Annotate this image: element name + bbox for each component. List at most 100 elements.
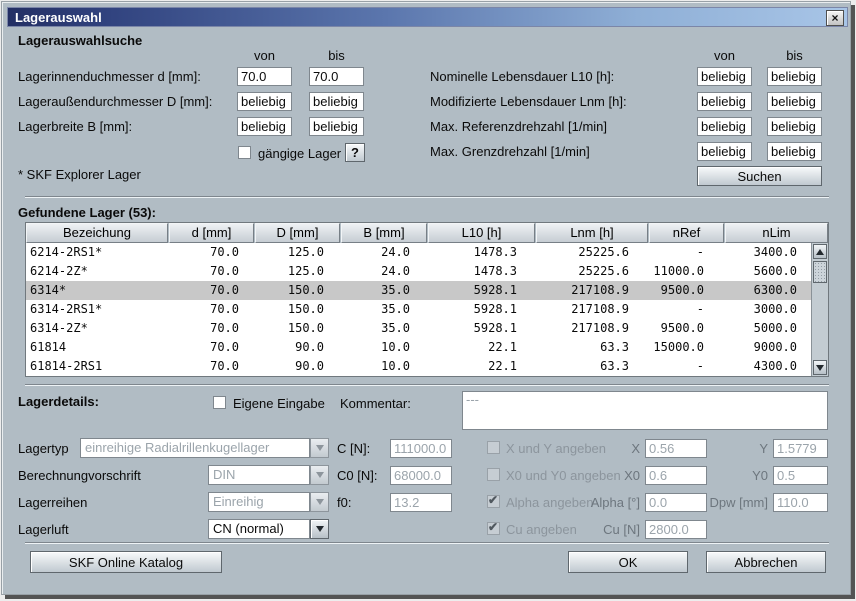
- column-header-d[interactable]: d [mm]: [169, 223, 254, 243]
- cu-checkbox: ✔: [487, 520, 500, 535]
- column-header-B[interactable]: B [mm]: [341, 223, 427, 243]
- cell-nLim: 6300.0: [753, 283, 797, 297]
- column-header-L10[interactable]: L10 [h]: [428, 223, 535, 243]
- comment-box[interactable]: ---: [462, 391, 828, 430]
- clearance-combo[interactable]: CN (normal): [208, 519, 329, 539]
- column-header-nLim[interactable]: nLim: [725, 223, 828, 243]
- calc-rule-value: DIN: [208, 465, 310, 485]
- common-bearings-checkbox[interactable]: [238, 146, 251, 159]
- lnm-von-input[interactable]: [697, 92, 752, 111]
- table-row[interactable]: 6214-2RS1* 70.0 125.0 24.0 1478.3 25225.…: [26, 243, 811, 262]
- combo-arrow-button[interactable]: [310, 438, 329, 458]
- bearing-rows-label: Lagerreihen: [18, 495, 88, 510]
- details-heading: Lagerdetails:: [18, 394, 99, 409]
- ref-speed-bis-input[interactable]: [767, 117, 822, 136]
- cell-D: 150.0: [287, 283, 324, 297]
- chevron-down-icon: [315, 526, 324, 532]
- column-header-Lnm[interactable]: Lnm [h]: [536, 223, 648, 243]
- combo-arrow-button[interactable]: [310, 465, 329, 485]
- calc-rule-combo[interactable]: DIN: [208, 465, 329, 485]
- chevron-down-icon: [315, 445, 324, 451]
- width-bis-input[interactable]: [309, 117, 364, 136]
- combo-arrow-button[interactable]: [310, 519, 329, 539]
- bearing-type-combo[interactable]: einreihige Radialrillenkugellager: [80, 438, 329, 458]
- results-heading: Gefundene Lager (53):: [18, 205, 156, 220]
- column-header-nRef[interactable]: nRef: [649, 223, 724, 243]
- cell-D: 150.0: [287, 321, 324, 335]
- skf-catalog-button[interactable]: SKF Online Katalog: [30, 551, 222, 573]
- scroll-up-button[interactable]: [813, 244, 827, 259]
- bis-column-label: bis: [328, 48, 345, 63]
- title-bar[interactable]: Lagerauswahl ×: [7, 7, 848, 27]
- ok-button[interactable]: OK: [568, 551, 688, 573]
- cell-nRef: 9500.0: [660, 283, 704, 297]
- von-column-label-right: von: [714, 48, 735, 63]
- help-button[interactable]: ?: [345, 143, 365, 162]
- table-row[interactable]: 6214-2Z* 70.0 125.0 24.0 1478.3 25225.6 …: [26, 262, 811, 281]
- cu-label: Cu [N]: [603, 522, 640, 537]
- table-row[interactable]: 6314-2Z* 70.0 150.0 35.0 5928.1 217108.9…: [26, 319, 811, 338]
- inner-diameter-von-input[interactable]: [237, 67, 292, 86]
- outer-diameter-von-input[interactable]: [237, 92, 292, 111]
- cell-D: 125.0: [287, 245, 324, 259]
- table-row-selected[interactable]: 6314* 70.0 150.0 35.0 5928.1 217108.9 95…: [26, 281, 811, 300]
- cell-B: 10.0: [381, 359, 410, 373]
- cell-d: 70.0: [210, 321, 239, 335]
- combo-arrow-button[interactable]: [310, 492, 329, 512]
- separator-details: [25, 384, 829, 386]
- outer-diameter-bis-input[interactable]: [309, 92, 364, 111]
- close-button[interactable]: ×: [826, 10, 844, 26]
- bearing-type-label: Lagertyp: [18, 441, 69, 456]
- cell-B: 35.0: [381, 302, 410, 316]
- search-button[interactable]: Suchen: [697, 166, 822, 186]
- cell-L10: 22.1: [488, 340, 517, 354]
- cell-L10: 1478.3: [473, 264, 517, 278]
- f0-field: 13.2: [390, 493, 452, 512]
- limit-speed-bis-input[interactable]: [767, 142, 822, 161]
- table-row[interactable]: 61814-2RS1 70.0 90.0 10.0 22.1 63.3 - 43…: [26, 357, 811, 376]
- cell-L10: 5928.1: [473, 283, 517, 297]
- x-field: 0.56: [645, 439, 707, 458]
- cell-D: 90.0: [295, 340, 324, 354]
- table-row[interactable]: 6314-2RS1* 70.0 150.0 35.0 5928.1 217108…: [26, 300, 811, 319]
- search-section-heading: Lagerauswahlsuche: [18, 33, 143, 48]
- table-row[interactable]: 61814 70.0 90.0 10.0 22.1 63.3 15000.0 9…: [26, 338, 811, 357]
- cu-field: 2800.0: [645, 520, 707, 539]
- ref-speed-von-input[interactable]: [697, 117, 752, 136]
- bearing-rows-combo[interactable]: Einreihig: [208, 492, 329, 512]
- comment-label: Kommentar:: [340, 396, 411, 411]
- column-header-bezeichung[interactable]: Bezeichung: [26, 223, 168, 243]
- vertical-scrollbar[interactable]: [811, 243, 828, 376]
- own-input-checkbox[interactable]: [213, 396, 226, 409]
- limit-speed-von-input[interactable]: [697, 142, 752, 161]
- cell-bezeichung: 6314*: [30, 283, 67, 297]
- xy-checkbox: [487, 441, 500, 454]
- cell-nLim: 5600.0: [753, 264, 797, 278]
- cancel-button[interactable]: Abbrechen: [706, 551, 826, 573]
- scroll-down-button[interactable]: [813, 360, 827, 375]
- cell-bezeichung: 61814-2RS1: [30, 359, 103, 373]
- y-label: Y: [759, 441, 768, 456]
- search-button-label: Suchen: [737, 168, 782, 184]
- cell-B: 35.0: [381, 321, 410, 335]
- lnm-bis-input[interactable]: [767, 92, 822, 111]
- width-von-input[interactable]: [237, 117, 292, 136]
- inner-diameter-label: Lagerinnenduchmesser d [mm]:: [18, 69, 201, 84]
- y-field: 1.5779: [773, 439, 828, 458]
- scroll-thumb[interactable]: [813, 261, 827, 283]
- alpha-label: Alpha [°]: [590, 495, 640, 510]
- l10-von-input[interactable]: [697, 67, 752, 86]
- cell-nRef: 15000.0: [653, 340, 704, 354]
- cell-bezeichung: 6214-2Z*: [30, 264, 88, 278]
- column-header-D[interactable]: D [mm]: [255, 223, 340, 243]
- cell-d: 70.0: [210, 302, 239, 316]
- bearing-selection-dialog: Lagerauswahl × Lagerauswahlsuche von bis…: [0, 0, 856, 601]
- l10-bis-input[interactable]: [767, 67, 822, 86]
- c-label: C [N]:: [337, 441, 371, 456]
- inner-diameter-bis-input[interactable]: [309, 67, 364, 86]
- checkmark-icon: ✔: [488, 520, 499, 534]
- cell-nLim: 5000.0: [753, 321, 797, 335]
- scroll-up-icon: [816, 248, 824, 255]
- results-table: Bezeichung d [mm] D [mm] B [mm] L10 [h] …: [25, 222, 829, 377]
- ref-speed-label: Max. Referenzdrehzahl [1/min]: [430, 119, 608, 134]
